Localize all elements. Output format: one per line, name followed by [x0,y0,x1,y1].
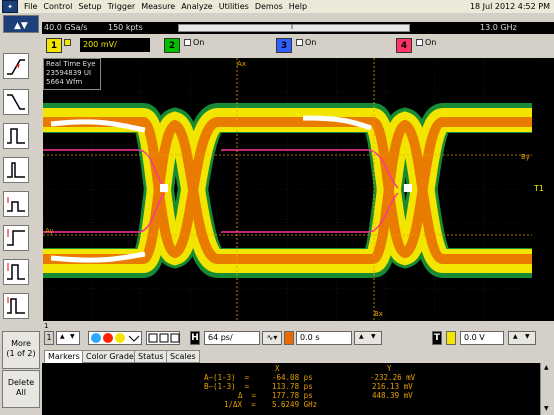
more-page-label: (1 of 2) [6,349,36,358]
horizontal-icon: H [190,331,200,345]
waveform-display[interactable]: Real Time Eye 23594839 UI 5664 Wfm Ax Bx… [43,58,532,321]
channel-1-scale-field[interactable]: 200 mV/ [80,38,150,52]
menu-measure[interactable]: Measure [138,0,178,13]
channel-bar: 1 200 mV/ 2 On 3 On 4 On [42,35,554,57]
trigger-level-marker[interactable]: T1 [534,184,544,193]
channel-2-checkbox[interactable] [184,39,191,46]
marker-b-y: 216.13 mV [372,382,413,391]
delay-stepper[interactable]: ▲ ▼ [354,331,382,345]
channel-2-label: On [193,38,205,47]
acquire-mode-buttons[interactable] [146,331,180,345]
sample-rate: 40.0 GSa/s [44,23,88,32]
color-channel-selector[interactable] [88,331,142,345]
delay-marker-icon [284,331,294,345]
bandwidth-slider[interactable]: i [178,23,410,32]
scroll-down-icon[interactable]: ▼ [544,405,549,412]
bandwidth: 13.0 GHz [480,23,517,32]
marker-freq-x: 5.6249 GHz [272,400,318,409]
setup-hold-icon[interactable] [3,225,29,251]
menu-trigger[interactable]: Trigger [105,0,139,13]
all-label: All [16,388,26,397]
delete-all-button[interactable]: Delete All [2,370,40,408]
info-tabs: Markers Color Grade Status Scales [42,350,554,363]
trigger-level-stepper[interactable]: ▲ ▼ [508,331,536,345]
svg-text:▲▼: ▲▼ [14,21,28,31]
marker-by-label: By [521,153,530,161]
tab-markers[interactable]: Markers [44,350,84,363]
channel-1-toggle[interactable]: 1 [46,38,62,53]
eye-info-title: Real Time Eye [46,60,96,68]
time-scale-stepper[interactable]: ∿▾ [262,331,282,345]
pulse-width-icon[interactable] [3,123,29,149]
marker-b-x: 113.78 ps [272,382,313,391]
marker-ax-label: Ax [237,60,246,68]
markers-scrollbar[interactable]: ▲ ▼ [540,363,554,415]
transition-icon[interactable] [3,259,29,285]
marker-a-label: A—(1-3) = [204,373,250,382]
eye-info-wfm-count: 5664 Wfm [46,78,83,86]
trigger-toolbar: ▲▼ More (1 of 2) Delete All [0,13,42,415]
trigger-source-icon[interactable] [446,331,456,345]
channel-3-label: On [305,38,317,47]
marker-delta-label: Δ = [238,391,257,400]
channel-4-toggle[interactable]: 4 [396,38,412,53]
tab-status[interactable]: Status [134,350,168,363]
menu-utilities[interactable]: Utilities [216,0,252,13]
scroll-up-icon[interactable]: ▲ [544,364,549,371]
timeout-icon[interactable] [3,293,29,319]
more-label: More [11,339,31,348]
marker-ay-label: Ay [45,227,54,235]
marker-a-x: -64.08 ps [272,373,313,382]
channel-stepper[interactable]: ▲ ▼ [56,331,80,345]
bandwidth-slider-marker: i [291,23,293,31]
rising-edge-icon[interactable] [3,53,29,79]
memory-depth: 150 kpts [108,23,143,32]
channel-2-toggle[interactable]: 2 [164,38,180,53]
marker-delta-y: 448.39 mV [372,391,413,400]
channel-4-checkbox[interactable] [416,39,423,46]
glitch-icon[interactable] [3,157,29,183]
more-button[interactable]: More (1 of 2) [2,331,40,369]
time-scale-field[interactable]: 64 ps/ [204,331,260,345]
menu-bar: ✦ File Control Setup Trigger Measure Ana… [0,0,554,13]
channel-3-toggle[interactable]: 3 [276,38,292,53]
horizontal-control-bar: 1 ▲ ▼ H 64 ps/ ∿▾ 0.0 s ▲ ▼ T 0.0 V ▲ ▼ [42,328,554,348]
channel-1-checkbox[interactable] [64,39,71,46]
marker-delta-x: 177.78 ps [272,391,313,400]
menu-control[interactable]: Control [40,0,75,13]
trigger-icon: T [432,331,442,345]
marker-bx-label: Bx [374,310,383,318]
menu-analyze[interactable]: Analyze [178,0,216,13]
markers-header-y: Y [387,364,392,373]
falling-edge-icon[interactable] [3,89,29,115]
markers-header-x: X [275,364,280,373]
menu-demos[interactable]: Demos [252,0,286,13]
menu-help[interactable]: Help [286,0,310,13]
tab-color-grade[interactable]: Color Grade [82,350,138,363]
eye-info-box: Real Time Eye 23594839 UI 5664 Wfm [43,58,101,90]
time-delay-field[interactable]: 0.0 s [296,331,352,345]
eye-info-ui-count: 23594839 UI [46,69,92,77]
trigger-level-field[interactable]: 0.0 V [460,331,504,345]
menu-file[interactable]: File [21,0,40,13]
date-time: 18 Jul 2012 4:52 PM [469,2,550,11]
marker-freq-label: 1/ΔX = [224,400,256,409]
app-logo-icon[interactable]: ✦ [2,0,18,13]
channel-select[interactable]: 1 [44,331,54,345]
app-badge-icon[interactable]: ▲▼ [3,15,39,33]
markers-panel: X Y A—(1-3) = -64.08 ps -232.26 mV B—(1-… [42,363,540,415]
menu-setup[interactable]: Setup [75,0,104,13]
delete-label: Delete [7,378,35,387]
channel-4-label: On [425,38,437,47]
marker-a-y: -232.26 mV [370,373,416,382]
runt-icon[interactable] [3,191,29,217]
marker-b-label: B—(1-3) = [204,382,250,391]
right-strip: T1 [532,58,554,321]
tab-scales[interactable]: Scales [166,350,200,363]
channel-3-checkbox[interactable] [296,39,303,46]
